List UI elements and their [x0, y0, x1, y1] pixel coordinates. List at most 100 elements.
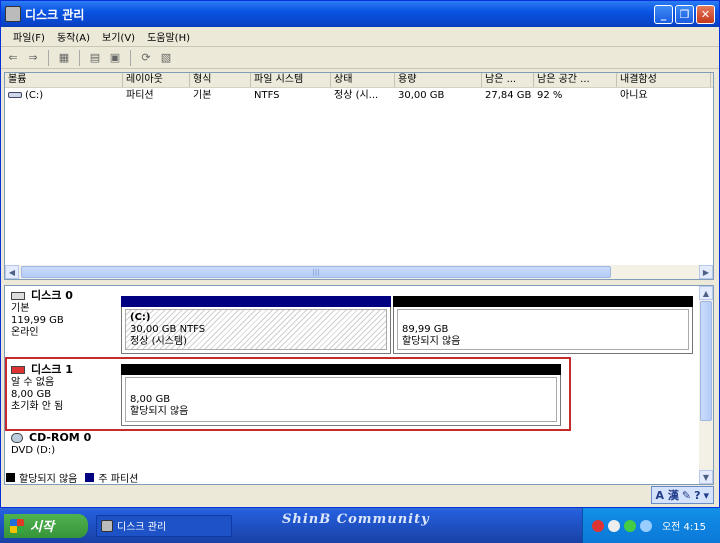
title-bar[interactable]: 디스크 관리 _ ❐ ✕ — [1, 1, 719, 27]
legend-swatch-primary — [85, 473, 95, 482]
column-volume[interactable]: 볼륨 — [5, 73, 123, 87]
refresh-icon[interactable]: ⟳ — [138, 50, 154, 66]
scroll-down-icon[interactable]: ▼ — [699, 470, 713, 484]
disk-icon — [11, 292, 25, 300]
disk-0-name: 디스크 0 — [31, 289, 73, 302]
type-cell: 기본 — [193, 90, 212, 101]
menu-bar: 파일(F) 동작(A) 보기(V) 도움말(H) — [1, 27, 719, 47]
network-icon[interactable] — [607, 519, 620, 532]
horizontal-scrollbar[interactable]: ◀ ||| ▶ — [5, 265, 713, 279]
start-label: 시작 — [30, 520, 54, 535]
close-button[interactable]: ✕ — [696, 4, 715, 24]
partition-c-label: (C:) — [130, 312, 151, 323]
cdrom-0-info[interactable]: CD-ROM 0 DVD (D:) — [11, 432, 119, 457]
window-title: 디스크 관리 — [25, 7, 85, 22]
scroll-left-icon[interactable]: ◀ — [5, 265, 19, 279]
ime-help-icon[interactable]: ? — [694, 489, 700, 502]
unallocated-disk-0-size: 89,99 GB — [402, 324, 449, 335]
ime-options-icon[interactable]: ▾ — [703, 489, 709, 502]
layout-cell: 파티션 — [126, 90, 154, 101]
partition-c-size: 30,00 GB NTFS — [130, 324, 206, 335]
security-icon[interactable] — [591, 519, 604, 532]
unallocated-disk-0[interactable]: 89,99 GB 할당되지 않음 — [393, 296, 693, 354]
monitor-icon[interactable] — [639, 519, 652, 532]
column-free-space[interactable]: 남은 ... — [482, 73, 534, 87]
toolbar-separator — [48, 49, 49, 66]
scroll-right-icon[interactable]: ▶ — [699, 265, 713, 279]
start-button[interactable]: 시작 — [4, 513, 88, 538]
watermark-brand: ShinB Community — [282, 512, 430, 527]
ime-tool-icon[interactable]: ✎ — [682, 489, 691, 502]
unallocated-disk-0-bar — [393, 296, 693, 307]
toolbar-separator — [79, 49, 80, 66]
cdrom-0-type: DVD (D:) — [11, 445, 56, 456]
disk-0-size: 119,99 GB — [11, 315, 64, 326]
system-tray: 오전 4:15 — [582, 508, 720, 543]
scroll-thumb[interactable]: ||| — [21, 266, 611, 278]
back-icon[interactable]: ⇐ — [5, 50, 21, 66]
disk-0-row[interactable]: 디스크 0 기본 119,99 GB 온라인 (C:) 30,00 GB NTF… — [5, 286, 697, 356]
volume-cell: (C:) — [5, 88, 123, 103]
fault-tolerance-cell: 아니요 — [620, 90, 648, 101]
table-row[interactable]: (C:) 파티션 기본 NTFS 정상 (시... 30,00 GB 27,84… — [5, 88, 713, 103]
vertical-scrollbar[interactable]: ▲ ▼ — [699, 286, 713, 484]
disk-0-type: 기본 — [11, 303, 30, 314]
show-tree-icon[interactable]: ▦ — [56, 50, 72, 66]
taskbar-item-disk-management[interactable]: 디스크 관리 — [96, 514, 232, 537]
column-free-percent[interactable]: 남은 공간 ... — [534, 73, 617, 87]
fs-cell: NTFS — [254, 90, 280, 101]
volume-list: 볼륨 레이아웃 형식 파일 시스템 상태 용량 남은 ... 남은 공간 ...… — [4, 72, 714, 280]
column-type[interactable]: 형식 — [190, 73, 251, 87]
minimize-button[interactable]: _ — [654, 4, 673, 24]
scroll-up-icon[interactable]: ▲ — [699, 286, 713, 300]
toolbar-separator — [130, 49, 131, 66]
toolbar: ⇐ ⇒ ▦ ▤ ▣ ⟳ ▧ — [1, 47, 719, 69]
ime-mode[interactable]: A 漢 — [656, 487, 679, 503]
disk-management-icon — [5, 6, 21, 22]
column-layout[interactable]: 레이아웃 — [123, 73, 190, 87]
legend: 할당되지 않음 주 파티션 — [6, 470, 138, 485]
menu-action[interactable]: 동작(A) — [51, 27, 96, 46]
unallocated-disk-0-body: 89,99 GB 할당되지 않음 — [397, 309, 689, 350]
column-file-system[interactable]: 파일 시스템 — [251, 73, 331, 87]
cdrom-0-row[interactable]: CD-ROM 0 DVD (D:) — [5, 428, 697, 468]
restore-button[interactable]: ❐ — [675, 4, 694, 24]
forward-icon[interactable]: ⇒ — [25, 50, 41, 66]
export-list-icon[interactable]: ▣ — [107, 50, 123, 66]
scroll-thumb[interactable] — [700, 301, 712, 421]
cdrom-icon — [11, 433, 23, 443]
disk-0-info[interactable]: 디스크 0 기본 119,99 GB 온라인 — [11, 290, 119, 339]
column-fault-tolerance[interactable]: 내결함성 — [617, 73, 711, 87]
menu-view[interactable]: 보기(V) — [96, 27, 141, 46]
windows-logo-icon — [10, 518, 24, 533]
language-bar[interactable]: A 漢 ✎ ? ▾ — [650, 486, 714, 504]
cdrom-0-name: CD-ROM 0 — [29, 431, 92, 444]
column-capacity[interactable]: 용량 — [395, 73, 482, 87]
help-icon[interactable]: ▧ — [158, 50, 174, 66]
volume-icon[interactable] — [623, 519, 636, 532]
unallocated-disk-0-status: 할당되지 않음 — [402, 336, 461, 347]
free-percent-cell: 92 % — [537, 90, 563, 101]
partition-c-status: 정상 (시스템) — [130, 336, 187, 347]
drive-icon — [8, 92, 22, 98]
task-label: 디스크 관리 — [117, 522, 167, 533]
disk-1-highlight-box — [5, 357, 571, 431]
volume-name: (C:) — [25, 90, 44, 101]
properties-icon[interactable]: ▤ — [87, 50, 103, 66]
status-cell: 정상 (시... — [334, 90, 379, 101]
partition-c[interactable]: (C:) 30,00 GB NTFS 정상 (시스템) — [121, 296, 391, 354]
column-status[interactable]: 상태 — [331, 73, 395, 87]
menu-help[interactable]: 도움말(H) — [141, 27, 196, 46]
free-cell: 27,84 GB — [485, 90, 532, 101]
volume-list-header: 볼륨 레이아웃 형식 파일 시스템 상태 용량 남은 ... 남은 공간 ...… — [5, 73, 713, 88]
legend-primary: 주 파티션 — [98, 474, 139, 485]
menu-file[interactable]: 파일(F) — [7, 27, 51, 46]
disk-map: 디스크 0 기본 119,99 GB 온라인 (C:) 30,00 GB NTF… — [4, 285, 714, 485]
legend-unallocated: 할당되지 않음 — [19, 474, 78, 485]
capacity-cell: 30,00 GB — [398, 90, 445, 101]
legend-swatch-unallocated — [6, 473, 15, 482]
partition-c-bar — [121, 296, 391, 307]
clock[interactable]: 오전 4:15 — [662, 518, 706, 533]
taskbar: 시작 디스크 관리 ShinB Community 오전 4:15 — [0, 508, 720, 543]
disk-management-icon — [101, 519, 113, 532]
